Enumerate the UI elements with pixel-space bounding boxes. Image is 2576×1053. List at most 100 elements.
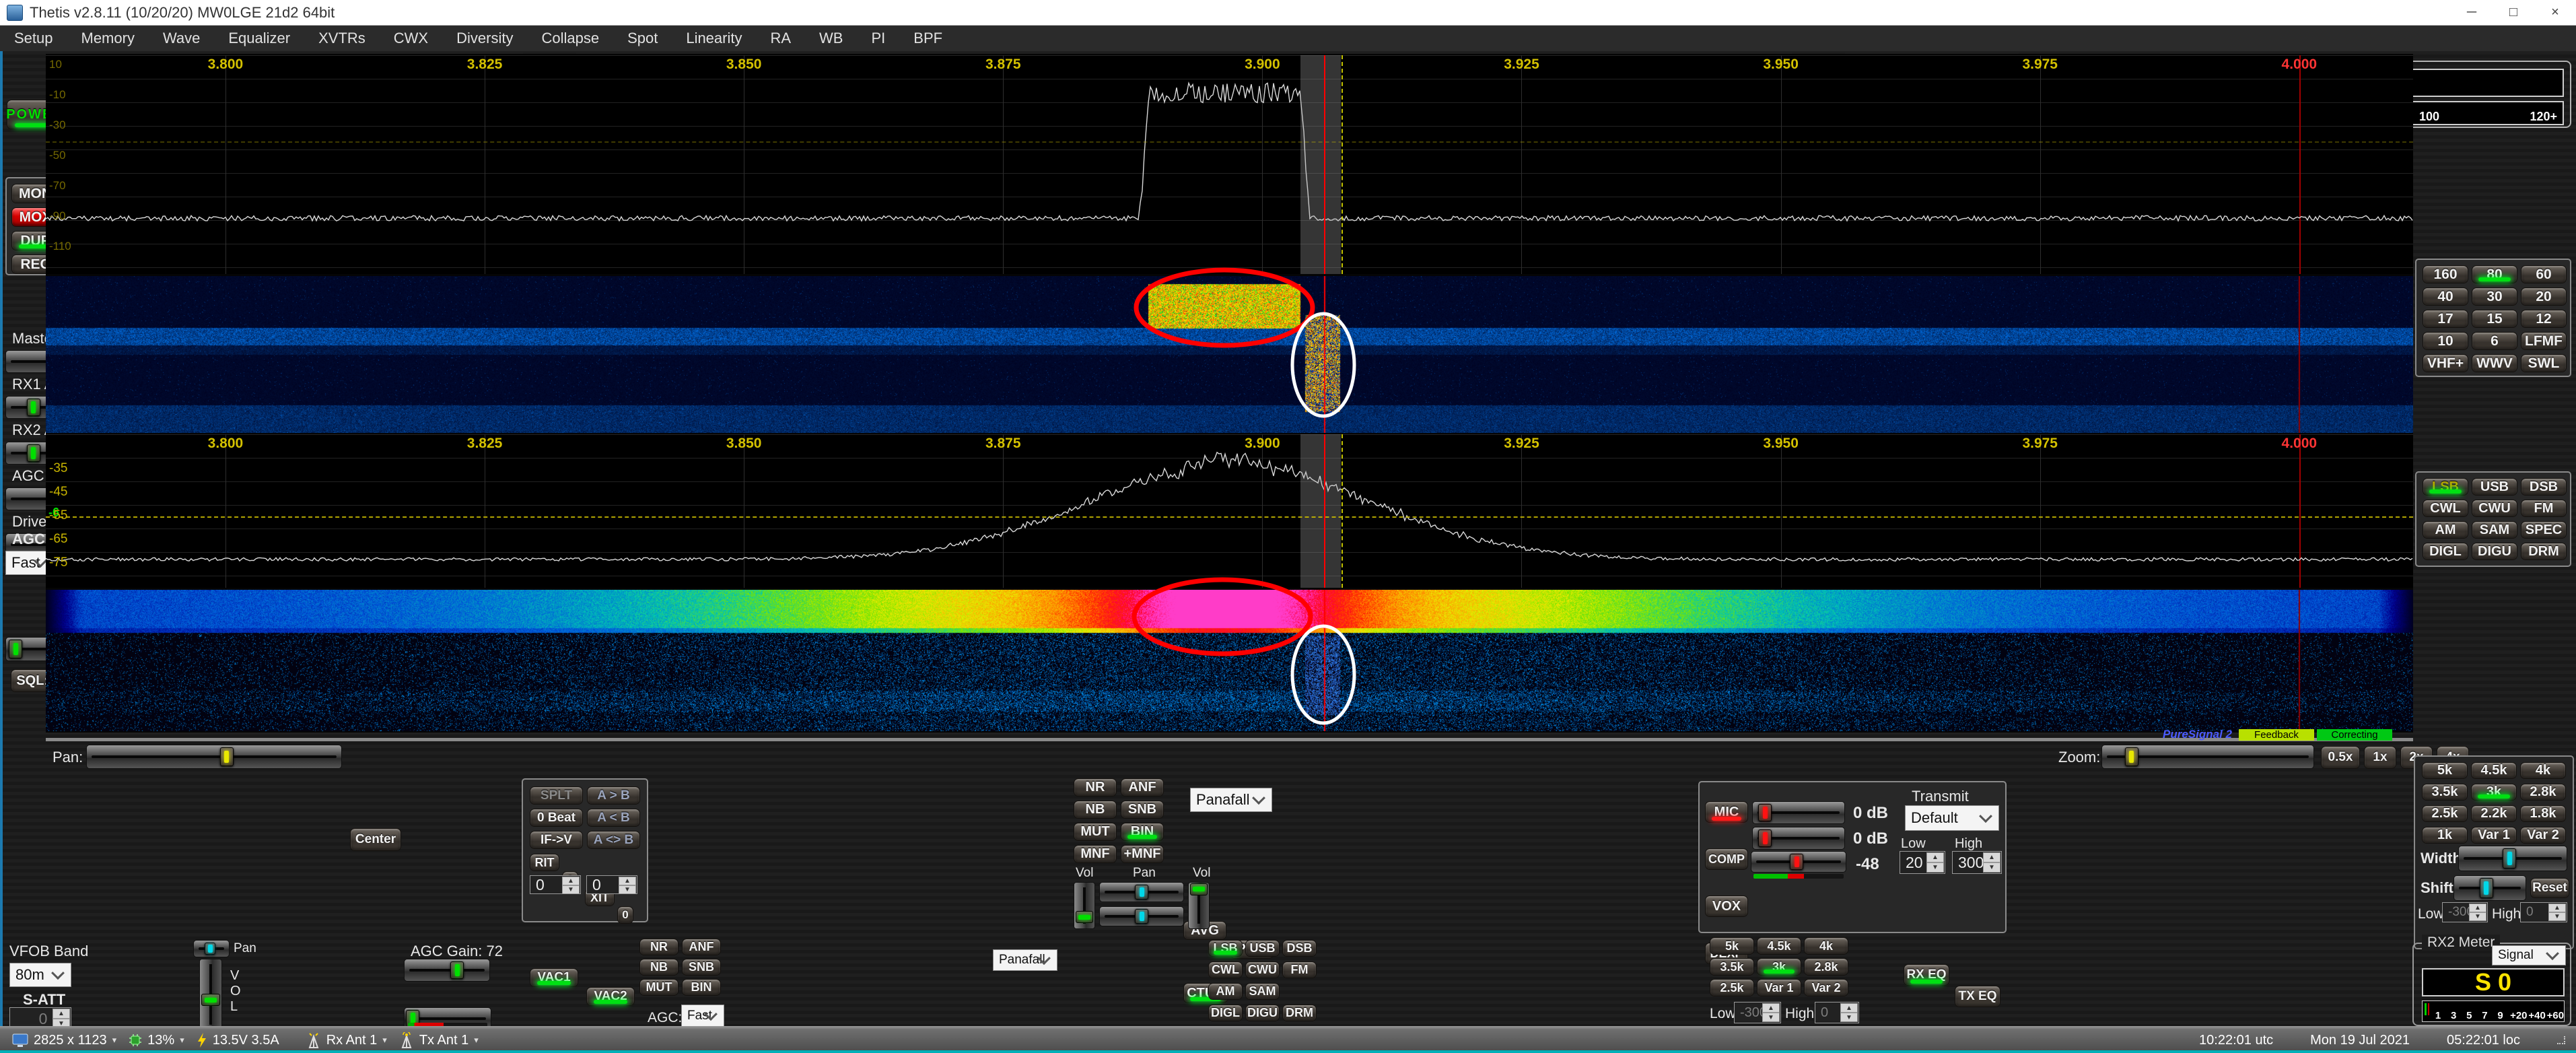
rx1-vol-slider[interactable] [1074,882,1095,929]
vfob-band-select[interactable]: 80m [9,963,71,987]
band-80[interactable]: 80 [2472,265,2517,283]
rx2-mode-cwu[interactable]: CWU [1245,961,1280,978]
filter-2.8k[interactable]: 2.8k [2520,784,2566,801]
rx2-mode-fm[interactable]: FM [1282,961,1317,978]
pan-slider[interactable] [86,745,342,769]
rx1-dsp-nb[interactable]: NB [1074,801,1117,819]
waterfall-rx1[interactable] [46,276,2413,433]
vox-slider[interactable] [1751,851,1846,873]
band-10[interactable]: 10 [2423,332,2468,350]
band-15[interactable]: 15 [2472,310,2517,328]
filter-1k[interactable]: 1k [2422,827,2468,844]
mic-gain-slider[interactable] [1752,801,1845,824]
rx2-mode-dsb[interactable]: DSB [1282,940,1317,957]
rx1-pan-slider[interactable] [1099,882,1184,902]
filter-var-2[interactable]: Var 2 [2520,827,2566,844]
tx-low-spinner[interactable]: 20▲▼ [1900,851,1945,874]
menu-equalizer[interactable]: Equalizer [214,30,304,47]
rx2-pan-slider[interactable] [193,940,230,957]
rx2-filter-3.5k[interactable]: 3.5k [1710,958,1754,976]
rx1-sub-vol-slider[interactable] [1188,882,1210,929]
menu-bpf[interactable]: BPF [899,30,956,47]
band-12[interactable]: 12 [2521,310,2567,328]
mode-sam[interactable]: SAM [2472,521,2517,539]
splitter[interactable] [46,738,2413,741]
mode-cwu[interactable]: CWU [2472,500,2517,517]
rx2-agc-gain-slider[interactable] [404,959,490,982]
rx2-filter-3k[interactable]: 3k [1757,958,1801,976]
comp-button[interactable]: COMP [1705,848,1748,870]
band-17[interactable]: 17 [2423,310,2468,328]
band-20[interactable]: 20 [2521,287,2567,306]
filter-3.5k[interactable]: 3.5k [2422,784,2468,801]
rx1-display-mode-select[interactable]: Panafall [1190,788,1272,812]
rx2-filter-5k[interactable]: 5k [1710,937,1754,955]
split-a-b[interactable]: A <> B [587,831,640,849]
rit-spinner[interactable]: 0▲▼ [530,875,581,894]
rx2-mode-digl[interactable]: DIGL [1208,1005,1243,1021]
rx2-mode-am[interactable]: AM [1208,983,1243,1000]
filter-4k[interactable]: 4k [2520,762,2566,779]
comp-slider[interactable] [1752,827,1845,850]
menu-ra[interactable]: RA [756,30,805,47]
rx2-meter-mode-select[interactable]: Signal [2492,945,2566,965]
mode-am[interactable]: AM [2423,521,2468,539]
rx-eq-button[interactable]: RX EQ [1904,964,1949,986]
rx2-low-spinner[interactable]: -3000▲▼ [1734,1002,1781,1023]
tx-antenna-item[interactable]: Tx Ant 1▾ [399,1032,479,1048]
rx2-mode-drm[interactable]: DRM [1282,1005,1317,1021]
mode-spec[interactable]: SPEC [2521,521,2567,539]
mode-usb[interactable]: USB [2472,478,2517,496]
mode-cwl[interactable]: CWL [2423,500,2468,517]
filter-2.2k[interactable]: 2.2k [2471,805,2517,822]
cpu-item[interactable]: 13%▾ [129,1033,184,1048]
panadapter-rx1[interactable]: 3.8003.8253.8503.8753.9003.9253.9503.975… [46,55,2413,274]
zoom-1x[interactable]: 1x [2364,746,2396,769]
rx2-vol-slider[interactable] [199,959,222,1030]
mode-drm[interactable]: DRM [2521,543,2567,560]
rx2-filter-2.8k[interactable]: 2.8k [1804,958,1848,976]
rx2-dsp-anf[interactable]: ANF [682,939,721,955]
rx2-mode-lsb[interactable]: LSB [1208,940,1243,957]
filter-1.8k[interactable]: 1.8k [2520,805,2566,822]
rx1-dsp-+mnf[interactable]: +MNF [1121,845,1164,863]
filter-4.5k[interactable]: 4.5k [2471,762,2517,779]
filter-2.5k[interactable]: 2.5k [2422,805,2468,822]
rx1-dsp-anf[interactable]: ANF [1121,778,1164,796]
rx1-sub-pan-slider[interactable] [1099,906,1184,926]
shift-slider[interactable] [2453,875,2526,901]
rx2-filter-4.5k[interactable]: 4.5k [1757,937,1801,955]
menu-setup[interactable]: Setup [0,30,67,47]
menu-collapse[interactable]: Collapse [527,30,613,47]
panadapter-rx2[interactable]: -6 3.8003.8253.8503.8753.9003.9253.9503.… [46,434,2413,588]
split-a-b[interactable]: A < B [587,809,640,827]
rx1-dsp-mnf[interactable]: MNF [1074,845,1117,863]
filter-low-spinner[interactable]: -3000▲▼ [2442,902,2488,922]
menu-memory[interactable]: Memory [67,30,149,47]
rx2-dsp-bin[interactable]: BIN [682,979,721,996]
mode-lsb[interactable]: LSB [2423,478,2468,496]
band-swl[interactable]: SWL [2521,354,2567,372]
band-wwv[interactable]: WWV [2472,354,2517,372]
rx2-filter-var-1[interactable]: Var 1 [1757,979,1801,996]
filter-3k[interactable]: 3k [2471,784,2517,801]
rx1-dsp-mut[interactable]: MUT [1074,823,1117,841]
band-30[interactable]: 30 [2472,287,2517,306]
filter-5k[interactable]: 5k [2422,762,2468,779]
transmit-profile-select[interactable]: Default [1905,805,1999,831]
split-splt[interactable]: SPLT [530,786,583,805]
band-6[interactable]: 6 [2472,332,2517,350]
rx2-mode-usb[interactable]: USB [1245,940,1280,957]
rx2-dsp-nr[interactable]: NR [639,939,678,955]
rx2-display-mode-select[interactable]: Panafall [993,949,1057,971]
rx-antenna-item[interactable]: Rx Ant 1▾ [306,1032,387,1048]
menu-xvtrs[interactable]: XVTRs [304,30,380,47]
split-if-v[interactable]: IF->V [530,831,583,849]
mic-button[interactable]: MIC [1705,801,1748,823]
mode-digu[interactable]: DIGU [2472,543,2517,560]
band-160[interactable]: 160 [2423,265,2468,283]
rx2-mode-sam[interactable]: SAM [1245,983,1280,1000]
rx2-dsp-mut[interactable]: MUT [639,979,678,996]
menu-diversity[interactable]: Diversity [442,30,527,47]
rx2-filter-4k[interactable]: 4k [1804,937,1848,955]
